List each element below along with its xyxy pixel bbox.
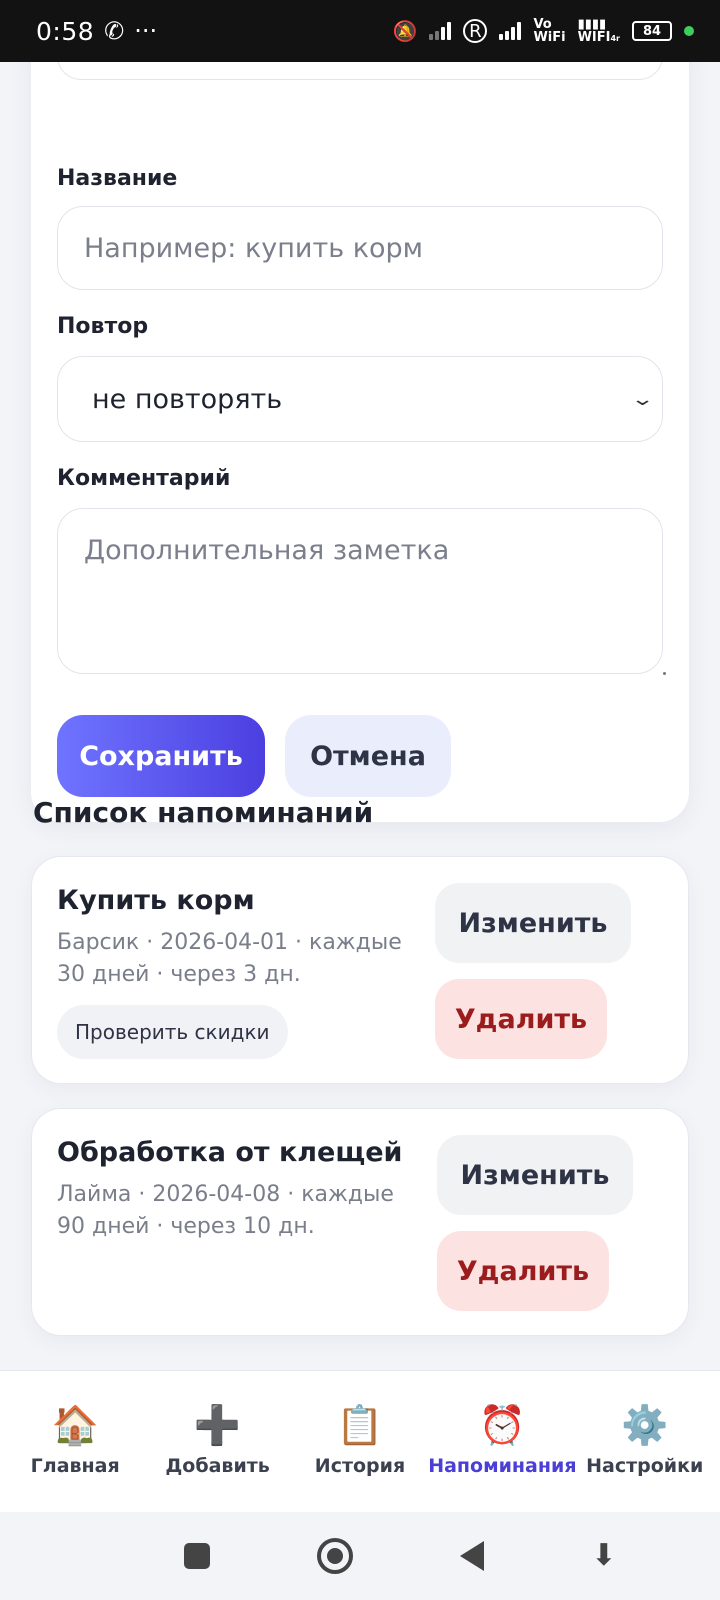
save-button[interactable]: Сохранить [57,715,265,797]
nav-settings[interactable]: ⚙️ Настройки [575,1401,715,1477]
system-nav-bar: ⬇ [0,1512,720,1600]
roaming-icon: R [463,19,488,43]
reminder-card: Купить корм Барсик · 2026-04-01 · каждые… [31,856,689,1084]
reminder-meta: Лайма · 2026-04-08 · каждые 90 дней · че… [57,1182,394,1239]
vowifi-icon: Vo WiFi [533,17,566,45]
nav-label: Напоминания [428,1455,577,1477]
reminder-title: Купить корм [57,885,255,916]
resize-handle-icon[interactable] [663,672,666,675]
gear-icon: ⚙️ [621,1403,669,1447]
status-bar: 0:58 ✆ ··· 🔕 R Vo WiFi ▮▮▮▮ WIFI4r 84 [0,0,720,62]
scroll-content[interactable]: Название Например: купить корм Повтор не… [0,62,720,1370]
reminder-title: Обработка от клещей [57,1137,403,1168]
privacy-indicator-icon [684,26,694,36]
reminder-form-card: Название Например: купить корм Повтор не… [31,62,689,822]
clipboard-icon: 📋 [336,1403,384,1447]
name-input[interactable]: Например: купить корм [57,206,663,290]
signal-2-icon [499,22,522,40]
reminder-card: Обработка от клещей Лайма · 2026-04-08 ·… [31,1108,689,1336]
name-label: Название [57,166,178,191]
comment-textarea[interactable]: Дополнительная заметка [57,508,666,675]
edit-button[interactable]: Изменить [437,1135,633,1215]
back-icon[interactable] [460,1541,484,1571]
reminders-list-title: Список напоминаний [33,796,374,829]
delete-button[interactable]: Удалить [437,1231,609,1311]
reminder-meta: Барсик · 2026-04-01 · каждые 30 дней · ч… [57,930,402,987]
delete-button[interactable]: Удалить [435,979,607,1059]
home-button-icon[interactable] [316,1538,353,1574]
home-icon: 🏠 [51,1403,99,1447]
nav-label: Главная [30,1455,120,1477]
cancel-button[interactable]: Отмена [285,715,451,797]
more-notifications-icon: ··· [134,17,158,45]
repeat-label: Повтор [57,314,149,339]
name-placeholder: Например: купить корм [84,232,424,264]
signal-icon [429,22,452,40]
alarm-clock-icon: ⏰ [478,1403,527,1447]
status-time: 0:58 [36,16,95,46]
wifi-icon: ▮▮▮▮ WIFI4r [577,16,620,45]
reminder-comment-chip: Проверить скидки [57,1005,288,1059]
nav-history[interactable]: 📋 История [290,1401,430,1477]
comment-placeholder: Дополнительная заметка [84,535,450,566]
battery-icon: 84 [632,21,672,41]
nav-label: Настройки [586,1455,704,1477]
repeat-select[interactable]: не повторять ⌄ [57,356,663,442]
nav-home[interactable]: 🏠 Главная [5,1401,145,1477]
repeat-value: не повторять [92,383,283,415]
recents-icon[interactable] [183,1543,210,1569]
chevron-down-icon: ⌄ [630,388,655,410]
whatsapp-icon: ✆ [104,17,125,45]
nav-label: Добавить [165,1455,270,1477]
nav-reminders[interactable]: ⏰ Напоминания [428,1401,576,1477]
nav-label: История [314,1455,406,1477]
plus-icon: ➕ [193,1403,242,1447]
edit-button[interactable]: Изменить [435,883,631,963]
hide-nav-icon[interactable]: ⬇ [591,1541,616,1571]
mute-icon: 🔕 [392,19,418,43]
comment-label: Комментарий [57,466,231,491]
previous-field[interactable] [57,62,663,80]
bottom-nav: 🏠 Главная ➕ Добавить 📋 История ⏰ Напомин… [0,1370,720,1512]
nav-add[interactable]: ➕ Добавить [148,1401,288,1477]
